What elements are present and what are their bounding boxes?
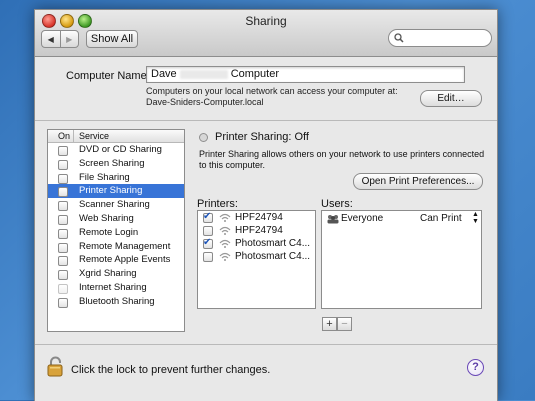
user-permission-popup[interactable]: Can Print <box>420 211 462 226</box>
printer-row[interactable]: Photosmart C4... <box>198 250 315 263</box>
service-row[interactable]: Scanner Sharing <box>48 198 184 212</box>
forward-button[interactable]: ▶ <box>59 31 79 47</box>
footer-divider <box>35 344 497 345</box>
service-row[interactable]: DVD or CD Sharing <box>48 143 184 157</box>
back-arrow-icon: ◀ <box>47 34 54 44</box>
computer-name-first: Dave <box>151 68 177 80</box>
divider <box>35 120 497 121</box>
service-label: Scanner Sharing <box>79 199 150 211</box>
search-icon <box>394 33 404 43</box>
printer-sharing-description: Printer Sharing allows others on your ne… <box>199 149 485 170</box>
service-on-checkbox[interactable] <box>58 159 68 170</box>
user-row[interactable]: Everyone Can Print ▲ ▼ <box>322 211 481 226</box>
service-label: Remote Management <box>79 240 171 252</box>
network-printer-icon <box>219 213 231 222</box>
printer-name: HPF24794 <box>235 225 283 236</box>
service-row[interactable]: Bluetooth Sharing <box>48 295 184 309</box>
service-row[interactable]: Internet Sharing <box>48 281 184 295</box>
title-bar: Sharing ◀ ▶ Show All <box>35 10 497 57</box>
service-on-checkbox[interactable] <box>58 256 68 267</box>
edit-button[interactable]: Edit… <box>420 90 482 107</box>
service-label: DVD or CD Sharing <box>79 144 162 155</box>
service-on-checkbox[interactable] <box>58 201 68 212</box>
service-label: File Sharing <box>79 171 130 183</box>
service-on-checkbox[interactable] <box>58 297 68 308</box>
service-label: Bluetooth Sharing <box>79 295 155 307</box>
service-on-checkbox[interactable] <box>58 228 68 239</box>
window-title: Sharing <box>245 14 287 28</box>
printers-list: HPF24794 HPF24794 Photosmart C4... Photosma… <box>197 210 316 309</box>
service-row[interactable]: Remote Login <box>48 226 184 240</box>
service-label: Xgrid Sharing <box>79 268 137 280</box>
service-on-checkbox[interactable] <box>58 187 68 198</box>
printer-rows: HPF24794 HPF24794 Photosmart C4... Photosma… <box>198 210 315 263</box>
back-forward-control: ◀ ▶ <box>41 30 79 48</box>
printer-share-checkbox[interactable] <box>203 252 213 262</box>
service-on-checkbox[interactable] <box>58 270 68 281</box>
service-row[interactable]: Screen Sharing <box>48 157 184 171</box>
network-printer-icon <box>219 226 231 235</box>
service-row[interactable]: Remote Management <box>48 240 184 254</box>
service-label: Printer Sharing <box>79 185 143 197</box>
search-field[interactable] <box>388 29 492 47</box>
sharing-window: Sharing ◀ ▶ Show All Computer Name: Dave… <box>34 9 498 401</box>
service-row[interactable]: Printer Sharing <box>48 184 184 199</box>
service-column-header[interactable]: Service <box>79 130 109 142</box>
network-printer-icon <box>219 252 231 261</box>
printer-name: HPF24794 <box>235 212 283 223</box>
computer-address-description: Computers on your local network can acce… <box>146 86 398 107</box>
column-divider <box>73 130 74 142</box>
lock-message: Click the lock to prevent further change… <box>71 364 271 376</box>
service-list-header: On Service <box>48 130 184 143</box>
printer-share-checkbox[interactable] <box>203 210 213 223</box>
service-label: Web Sharing <box>79 212 134 224</box>
printer-row[interactable]: HPF24794 <box>198 210 315 224</box>
popup-arrows-icon: ▲ ▼ <box>472 211 479 225</box>
service-row[interactable]: File Sharing <box>48 171 184 185</box>
user-rows: Everyone Can Print ▲ ▼ <box>322 211 481 226</box>
computer-name-label: Computer Name: <box>66 70 150 82</box>
service-label: Screen Sharing <box>79 157 145 169</box>
service-on-checkbox[interactable] <box>58 146 68 156</box>
users-label: Users: <box>321 198 353 210</box>
add-user-button[interactable]: + <box>322 317 337 331</box>
users-list: Everyone Can Print ▲ ▼ <box>321 210 482 309</box>
printer-row[interactable]: Photosmart C4... <box>198 236 315 250</box>
service-rows: DVD or CD Sharing Screen Sharing File Shar… <box>48 143 184 309</box>
printers-label: Printers: <box>197 198 238 210</box>
service-label: Remote Apple Events <box>79 254 171 266</box>
show-all-button[interactable]: Show All <box>86 30 138 48</box>
printer-row[interactable]: HPF24794 <box>198 224 315 237</box>
service-on-checkbox[interactable] <box>58 242 68 253</box>
redacted-name-blur <box>179 69 228 79</box>
service-list: On Service DVD or CD Sharing Screen Shari… <box>47 129 185 332</box>
remove-user-button[interactable]: − <box>337 317 352 331</box>
status-indicator-icon <box>199 133 208 142</box>
group-icon <box>327 215 339 224</box>
open-print-preferences-button[interactable]: Open Print Preferences... <box>353 173 483 190</box>
computer-name-field[interactable]: Dave Computer <box>146 66 465 83</box>
computer-name-last: Computer <box>230 68 279 80</box>
service-row[interactable]: Remote Apple Events <box>48 253 184 267</box>
service-row[interactable]: Xgrid Sharing <box>48 267 184 281</box>
service-on-checkbox[interactable] <box>58 214 68 225</box>
service-label: Remote Login <box>79 226 139 238</box>
service-on-checkbox[interactable] <box>58 283 68 294</box>
service-row[interactable]: Web Sharing <box>48 212 184 226</box>
help-button[interactable]: ? <box>467 359 484 376</box>
user-name: Everyone <box>341 213 384 224</box>
service-label: Internet Sharing <box>79 281 147 293</box>
on-column-header[interactable]: On <box>58 130 70 142</box>
printer-share-checkbox[interactable] <box>203 226 213 236</box>
printer-name: Photosmart C4... <box>235 251 311 262</box>
back-button[interactable]: ◀ <box>42 31 60 47</box>
network-printer-icon <box>219 239 231 248</box>
printer-share-checkbox[interactable] <box>203 236 213 249</box>
lock-icon[interactable] <box>47 356 65 378</box>
printer-name: Photosmart C4... <box>235 238 311 249</box>
printer-sharing-status: Printer Sharing: Off <box>215 131 309 143</box>
service-on-checkbox[interactable] <box>58 173 68 184</box>
forward-arrow-icon: ▶ <box>66 34 73 44</box>
